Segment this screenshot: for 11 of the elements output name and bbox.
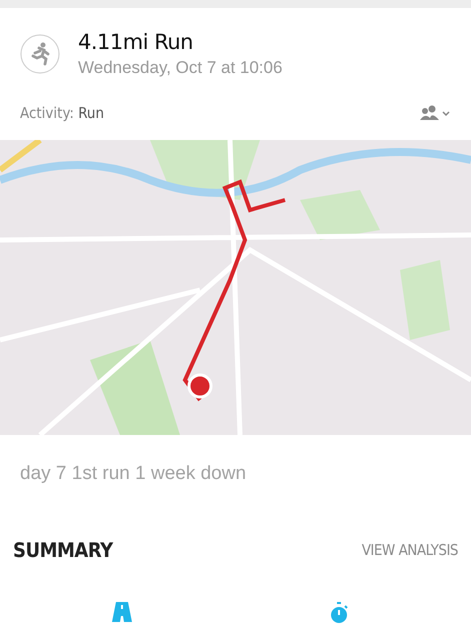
activity-title: 4.11mi Run: [78, 30, 194, 54]
activity-notes: day 7 1st run 1 week down: [20, 463, 246, 484]
summary-heading: SUMMARY: [13, 538, 113, 562]
stopwatch-icon: [329, 602, 350, 624]
privacy-dropdown-icon[interactable]: [419, 103, 451, 123]
road-icon: [112, 602, 132, 622]
activity-label: Activity:: [20, 104, 74, 122]
activity-date: Wednesday, Oct 7 at 10:06: [78, 58, 282, 78]
runner-icon: [20, 34, 60, 74]
activity-type: Run: [78, 104, 104, 122]
view-analysis-link[interactable]: VIEW ANALYSIS: [362, 541, 458, 559]
